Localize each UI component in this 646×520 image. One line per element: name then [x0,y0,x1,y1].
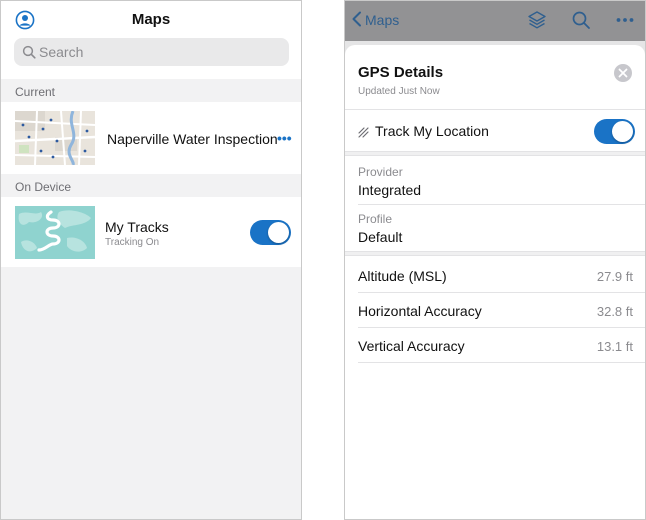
page-title: Maps [131,11,171,28]
close-icon [618,68,628,78]
section-header-current: Current [15,85,56,99]
section-divider [345,251,645,256]
provider-label: Provider [358,165,403,179]
vertical-accuracy-value: 13.1 ft [596,339,633,354]
layers-icon[interactable] [527,10,547,30]
profile-value[interactable]: Default [358,229,402,245]
tracks-thumbnail [15,206,95,259]
map-thumbnail [15,111,95,165]
section-divider [345,151,645,156]
search-input[interactable] [39,42,279,62]
altitude-value: 27.9 ft [596,269,633,284]
divider [358,327,645,328]
search-icon [22,45,36,59]
vertical-accuracy-label: Vertical Accuracy [358,338,465,354]
search-bar[interactable] [14,38,289,66]
divider [358,362,645,363]
profile-label: Profile [358,212,393,226]
search-icon[interactable] [571,10,591,30]
tracking-toggle[interactable] [250,220,291,245]
more-options-icon[interactable]: ••• [277,130,292,146]
divider [358,292,645,293]
horizontal-accuracy-value: 32.8 ft [596,304,633,319]
navigation-bar: Maps [345,1,645,41]
divider [358,204,645,205]
map-title: My Tracks [105,219,169,235]
toggle-knob [612,121,633,142]
provider-value[interactable]: Integrated [358,182,421,198]
divider [345,109,645,110]
track-location-toggle[interactable] [594,119,635,144]
toggle-knob [268,222,289,243]
map-title: Naperville Water Inspection [107,131,278,147]
close-button[interactable] [614,64,632,82]
tracking-status: Tracking On [105,237,160,248]
more-icon[interactable] [615,10,635,30]
back-button[interactable]: Maps [351,10,399,30]
map-item-current[interactable]: Naperville Water Inspection ••• [1,102,301,174]
maps-header: Maps [1,1,301,79]
track-location-label: Track My Location [375,123,489,139]
track-location-icon [358,126,370,138]
maps-screen: Maps Current [0,0,302,520]
sheet-title: GPS Details [358,64,444,81]
map-item-device[interactable]: My Tracks Tracking On [1,197,301,267]
section-header-on-device: On Device [15,180,72,194]
updated-status: Updated Just Now [358,86,440,97]
altitude-label: Altitude (MSL) [358,268,447,284]
horizontal-accuracy-label: Horizontal Accuracy [358,303,482,319]
chevron-left-icon [351,11,363,30]
back-label: Maps [365,12,400,28]
gps-details-sheet: GPS Details Updated Just Now Track My Lo… [345,45,645,519]
gps-details-screen: Maps GPS Details Updated Just Now Track … [344,0,646,520]
